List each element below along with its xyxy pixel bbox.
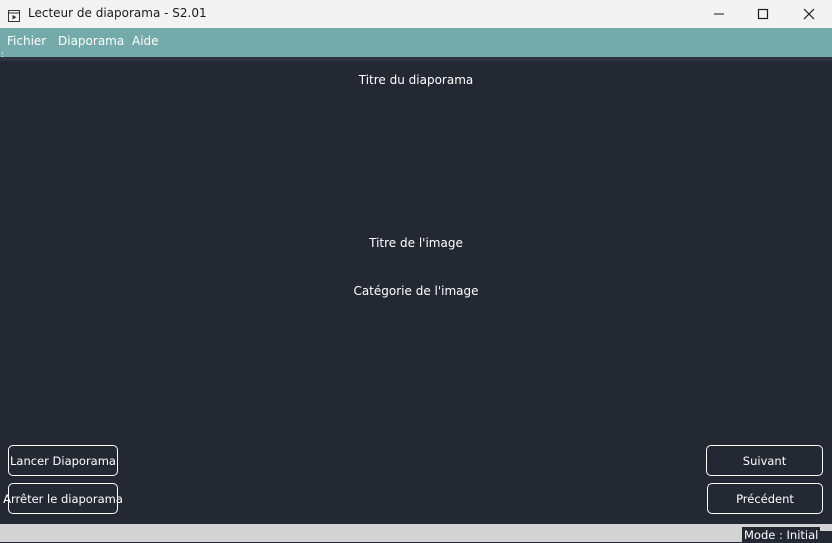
minimize-button[interactable] — [696, 0, 742, 28]
window-title: Lecteur de diaporama - S2.01 — [28, 6, 207, 20]
mode-status: Mode : Initial — [742, 527, 821, 542]
maximize-button[interactable] — [740, 0, 786, 28]
title-bar: Lecteur de diaporama - S2.01 — [0, 0, 832, 28]
menu-separator — [0, 57, 832, 61]
stop-slideshow-button[interactable]: Arrêter le diaporama — [3, 483, 123, 514]
menu-aide[interactable]: Aide — [132, 34, 159, 48]
next-button[interactable]: Suivant — [706, 445, 823, 476]
image-title: Titre de l'image — [369, 236, 463, 250]
menu-fichier[interactable]: Fichier — [7, 34, 46, 48]
slideshow-icon — [8, 7, 20, 22]
maximize-icon — [757, 5, 769, 24]
slideshow-title: Titre du diaporama — [358, 73, 474, 87]
close-icon — [803, 5, 815, 24]
menu-bar: Fichier Diaporama Aide : — [0, 28, 832, 60]
start-slideshow-button[interactable]: Lancer Diaporama — [8, 445, 118, 476]
minimize-icon — [713, 5, 725, 24]
close-button[interactable] — [786, 0, 832, 28]
resize-grip[interactable] — [818, 531, 832, 542]
previous-button[interactable]: Précédent — [707, 483, 823, 514]
status-bar: Mode : Initial — [0, 524, 832, 542]
menu-diaporama[interactable]: Diaporama — [58, 34, 124, 48]
image-category: Catégorie de l'image — [353, 284, 479, 298]
